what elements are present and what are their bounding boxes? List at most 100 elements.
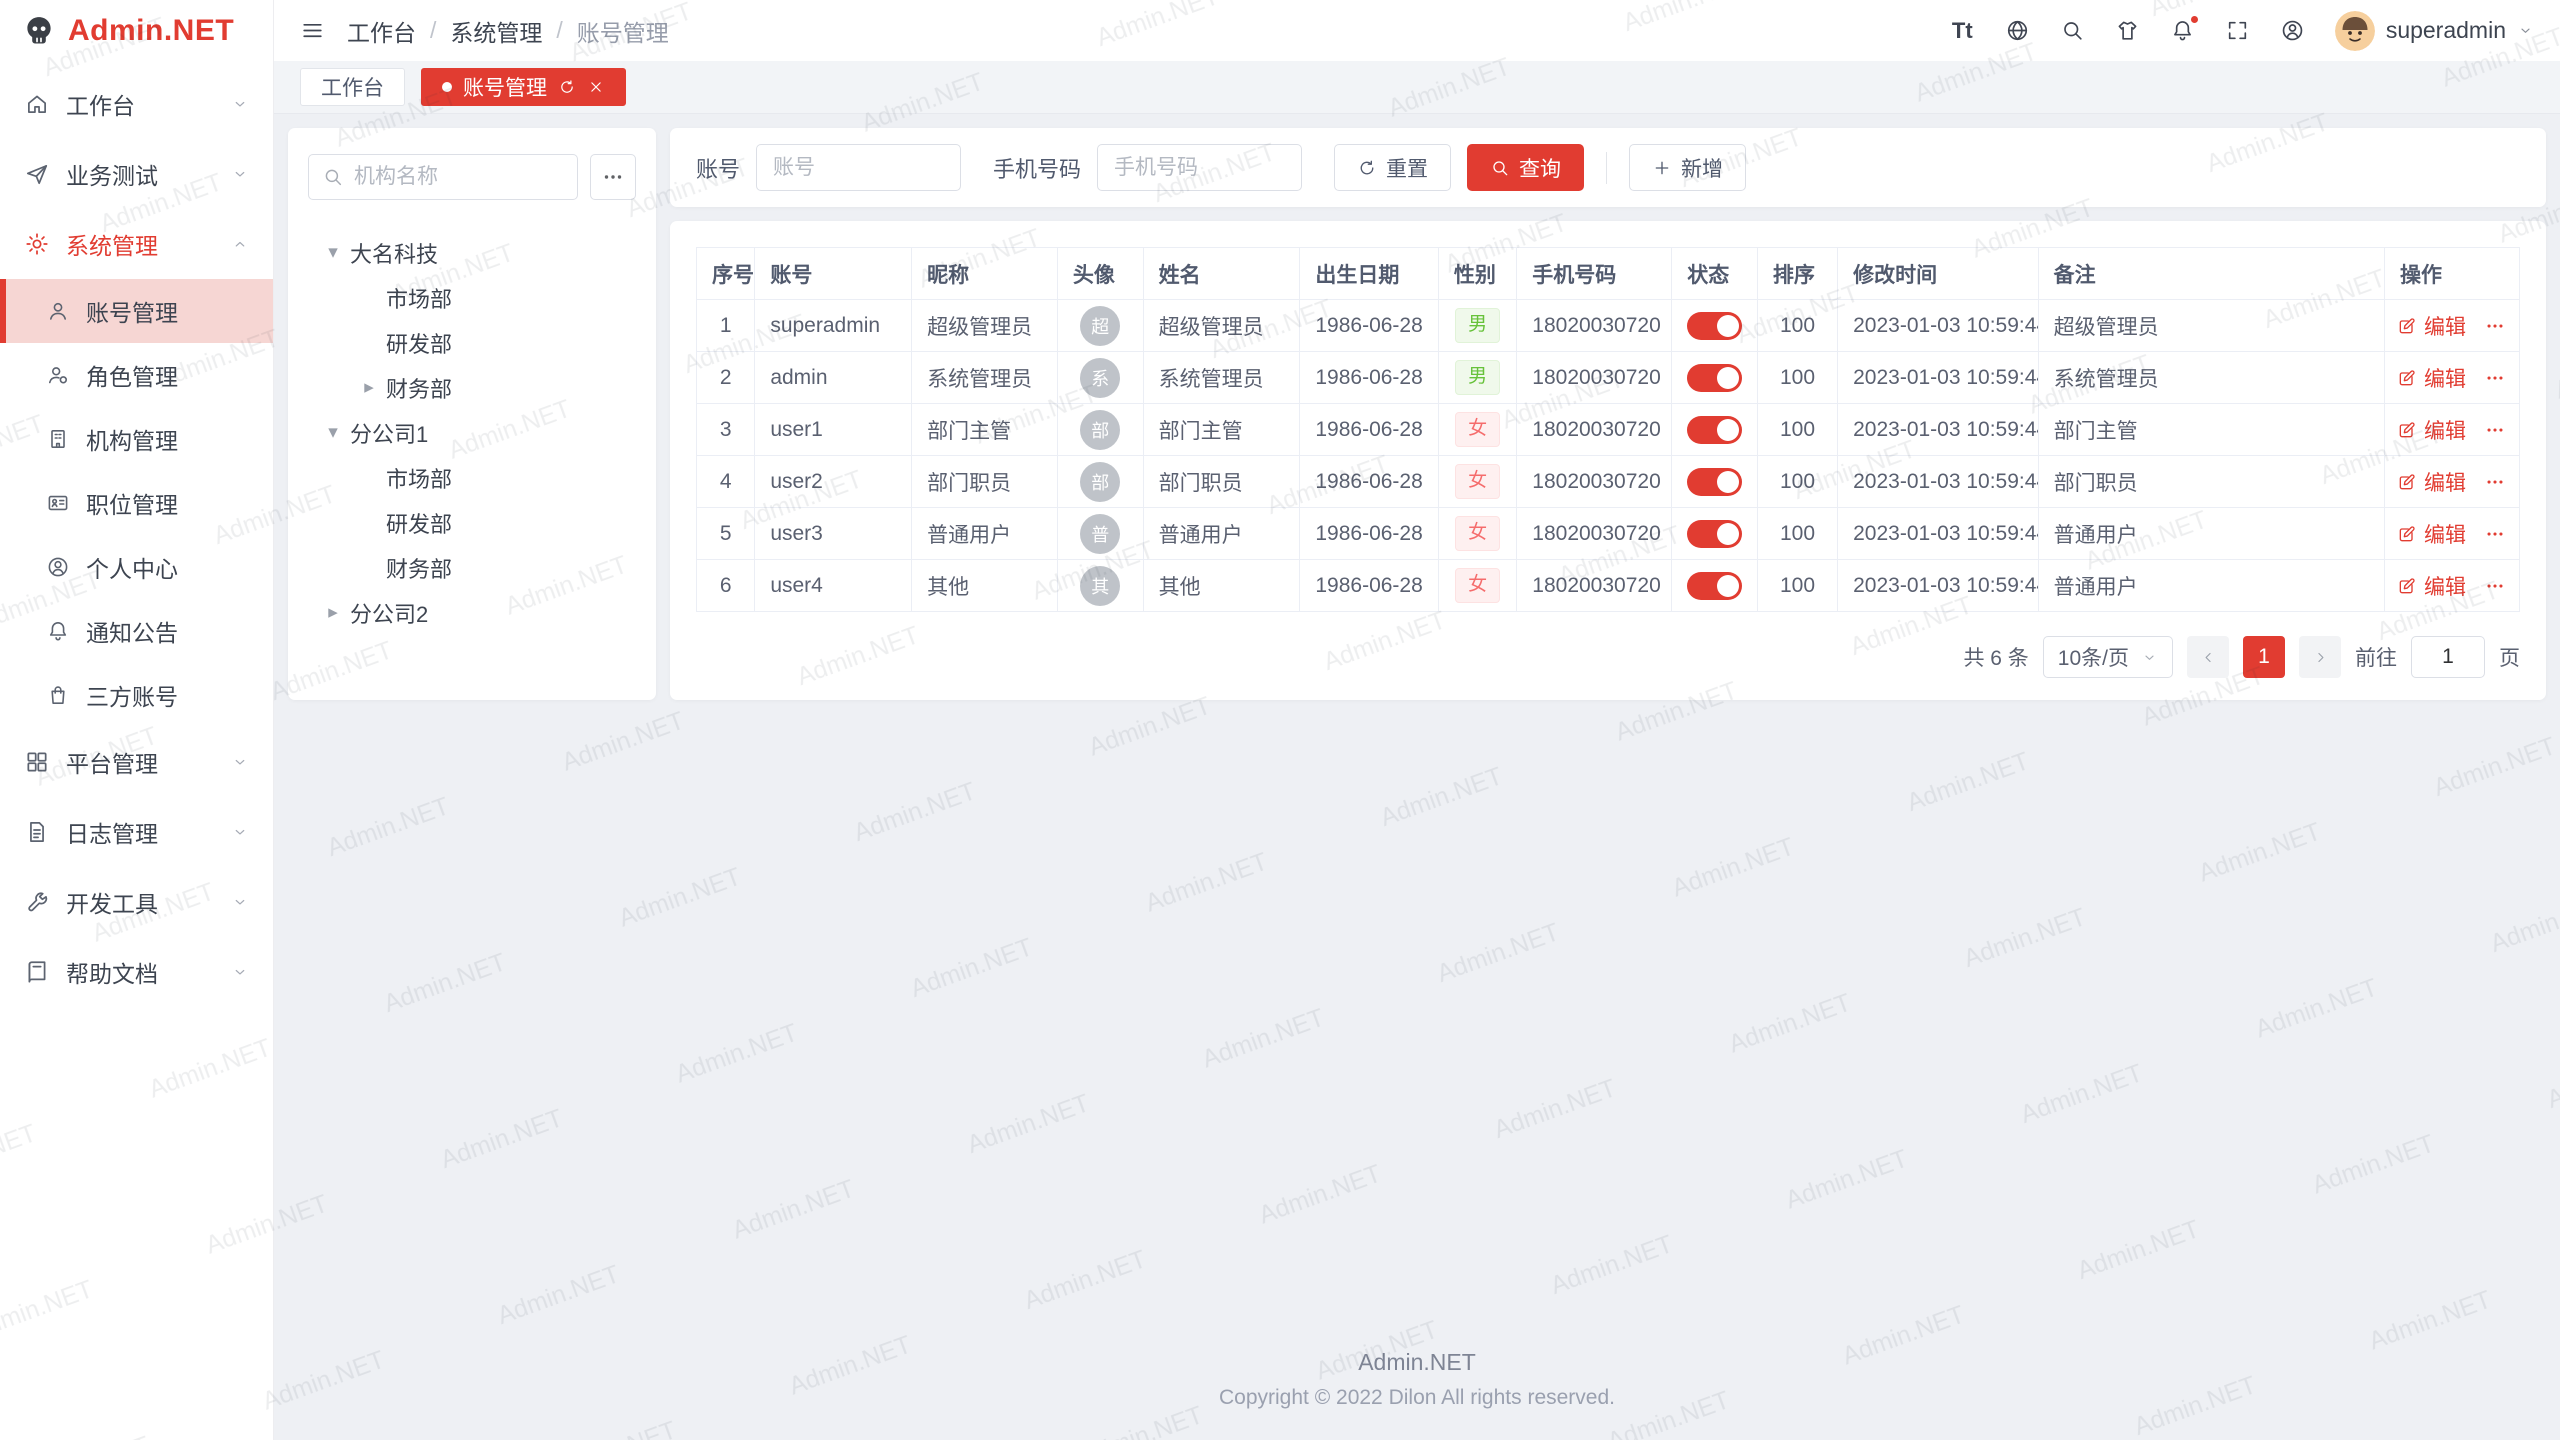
edit-button[interactable]: 编辑 xyxy=(2397,363,2466,393)
edit-button[interactable]: 编辑 xyxy=(2397,519,2466,549)
sidebar-item-label: 工作台 xyxy=(66,87,215,121)
column-header: 性别 xyxy=(1438,248,1516,300)
tree-node[interactable]: ▸分公司2 xyxy=(308,590,636,635)
edit-button[interactable]: 编辑 xyxy=(2397,571,2466,601)
more-actions-icon[interactable] xyxy=(2484,523,2506,545)
page-footer: Admin.NET Copyright © 2022 Dilon All rig… xyxy=(288,1323,2546,1440)
add-button[interactable]: 新增 xyxy=(1629,144,1746,191)
app-logo[interactable]: Admin.NET xyxy=(0,0,273,61)
caret-expanded-icon[interactable]: ▾ xyxy=(316,241,350,264)
cell-index: 4 xyxy=(697,456,755,508)
sidebar-item[interactable]: 平台管理 xyxy=(0,727,273,797)
edit-button[interactable]: 编辑 xyxy=(2397,311,2466,341)
more-actions-icon[interactable] xyxy=(2484,419,2506,441)
reset-button[interactable]: 重置 xyxy=(1334,144,1451,191)
account-label: 账号 xyxy=(696,152,740,184)
sidebar-item[interactable]: 工作台 xyxy=(0,69,273,139)
sidebar-subitem[interactable]: 通知公告 xyxy=(0,599,273,663)
cell-index: 2 xyxy=(697,352,755,404)
chevron-down-icon xyxy=(231,753,249,771)
paper-plane-icon xyxy=(24,161,50,187)
sidebar-subitem[interactable]: 三方账号 xyxy=(0,663,273,727)
cell-status xyxy=(1672,508,1758,560)
menu-collapse-icon[interactable] xyxy=(300,18,325,43)
caret-expanded-icon[interactable]: ▾ xyxy=(316,421,350,444)
tab-item[interactable]: 工作台 xyxy=(300,68,405,106)
tree-node[interactable]: ▸财务部 xyxy=(308,365,636,410)
tab-label: 工作台 xyxy=(321,72,384,102)
cell-gender: 女 xyxy=(1438,560,1516,612)
more-actions-icon[interactable] xyxy=(2484,315,2506,337)
sidebar-item[interactable]: 日志管理 xyxy=(0,797,273,867)
phone-input[interactable] xyxy=(1097,144,1302,191)
status-toggle[interactable] xyxy=(1687,416,1742,444)
sidebar-item[interactable]: 开发工具 xyxy=(0,867,273,937)
account-input[interactable] xyxy=(756,144,961,191)
notification-icon[interactable] xyxy=(2170,18,2195,43)
sidebar-item[interactable]: 系统管理 xyxy=(0,209,273,279)
status-toggle[interactable] xyxy=(1687,468,1742,496)
tree-node[interactable]: ▾大名科技 xyxy=(308,230,636,275)
sidebar-subitem[interactable]: 账号管理 xyxy=(0,279,273,343)
org-search xyxy=(308,154,578,200)
search-button[interactable]: 查询 xyxy=(1467,144,1584,191)
idcard-icon xyxy=(46,491,70,515)
edit-button[interactable]: 编辑 xyxy=(2397,467,2466,497)
page-size-select[interactable]: 10条/页 xyxy=(2043,636,2173,678)
cell-nickname: 普通用户 xyxy=(912,508,1058,560)
table-row: 6user4其他其其他1986-06-28女180200307201002023… xyxy=(697,560,2520,612)
log-icon xyxy=(24,819,50,845)
more-actions-icon[interactable] xyxy=(2484,367,2506,389)
more-actions-icon[interactable] xyxy=(2484,471,2506,493)
chevron-down-icon xyxy=(2141,649,2158,666)
profile-icon[interactable] xyxy=(2280,18,2305,43)
org-tree: ▾大名科技市场部研发部▸财务部▾分公司1市场部研发部财务部▸分公司2 xyxy=(308,230,636,635)
sidebar-subitem[interactable]: 角色管理 xyxy=(0,343,273,407)
status-toggle[interactable] xyxy=(1687,364,1742,392)
column-header: 状态 xyxy=(1672,248,1758,300)
font-size-icon[interactable]: Tt xyxy=(1950,18,1975,43)
tree-node[interactable]: 市场部 xyxy=(308,275,636,320)
column-header: 出生日期 xyxy=(1300,248,1439,300)
prev-page-button[interactable] xyxy=(2187,636,2229,678)
tree-node[interactable]: ▾分公司1 xyxy=(308,410,636,455)
tree-node[interactable]: 研发部 xyxy=(308,320,636,365)
search-icon[interactable] xyxy=(2060,18,2085,43)
more-actions-icon[interactable] xyxy=(2484,575,2506,597)
org-more-button[interactable] xyxy=(590,154,636,200)
cell-birth-date: 1986-06-28 xyxy=(1300,456,1439,508)
status-toggle[interactable] xyxy=(1687,572,1742,600)
column-header: 手机号码 xyxy=(1517,248,1672,300)
cell-status xyxy=(1672,456,1758,508)
org-search-input[interactable] xyxy=(354,165,564,189)
next-page-button[interactable] xyxy=(2299,636,2341,678)
column-header: 备注 xyxy=(2038,248,2384,300)
sidebar-subitem[interactable]: 个人中心 xyxy=(0,535,273,599)
edit-label: 编辑 xyxy=(2424,467,2466,497)
caret-collapsed-icon[interactable]: ▸ xyxy=(352,376,386,399)
edit-button[interactable]: 编辑 xyxy=(2397,415,2466,445)
tree-node[interactable]: 市场部 xyxy=(308,455,636,500)
fullscreen-icon[interactable] xyxy=(2225,18,2250,43)
page-1-button[interactable]: 1 xyxy=(2243,636,2285,678)
tab-item[interactable]: 账号管理 xyxy=(421,68,626,106)
cell-gender: 男 xyxy=(1438,300,1516,352)
gender-badge: 女 xyxy=(1455,516,1500,551)
sidebar-subitem-label: 角色管理 xyxy=(86,358,249,392)
theme-icon[interactable] xyxy=(2115,18,2140,43)
sidebar-item[interactable]: 业务测试 xyxy=(0,139,273,209)
caret-collapsed-icon[interactable]: ▸ xyxy=(316,601,350,624)
status-toggle[interactable] xyxy=(1687,520,1742,548)
status-toggle[interactable] xyxy=(1687,312,1742,340)
locale-icon[interactable] xyxy=(2005,18,2030,43)
sidebar-subitem[interactable]: 职位管理 xyxy=(0,471,273,535)
edit-label: 编辑 xyxy=(2424,519,2466,549)
sidebar-item[interactable]: 帮助文档 xyxy=(0,937,273,1007)
user-menu[interactable]: superadmin xyxy=(2335,11,2534,51)
tree-node-label: 市场部 xyxy=(386,462,452,494)
tree-node[interactable]: 研发部 xyxy=(308,500,636,545)
tree-node[interactable]: 财务部 xyxy=(308,545,636,590)
cell-phone: 18020030720 xyxy=(1517,352,1672,404)
goto-page-input[interactable] xyxy=(2411,636,2485,678)
sidebar-subitem[interactable]: 机构管理 xyxy=(0,407,273,471)
